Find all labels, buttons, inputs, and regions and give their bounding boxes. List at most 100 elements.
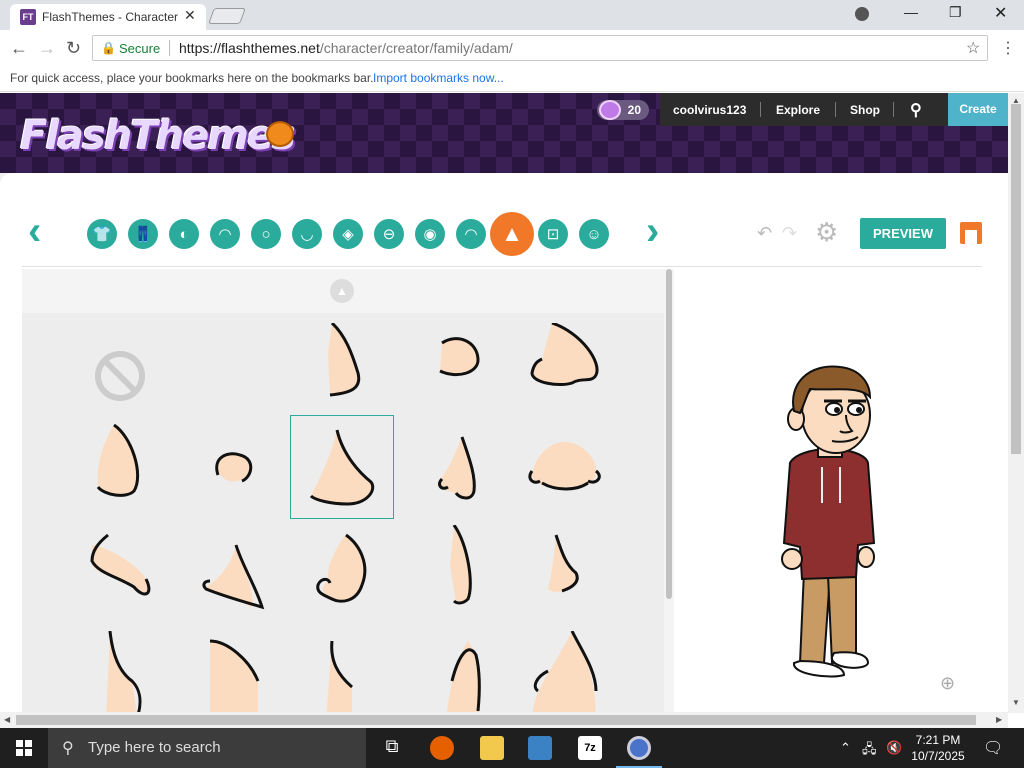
- nose-shape: [446, 641, 481, 713]
- scroll-up-icon[interactable]: ▲: [330, 279, 354, 303]
- nose-option[interactable]: [412, 525, 516, 629]
- coin-icon: [599, 100, 621, 120]
- nose-option[interactable]: [412, 415, 516, 519]
- maximize-icon[interactable]: ❐: [949, 4, 962, 21]
- secure-label: Secure: [119, 41, 161, 56]
- category-divider: [22, 266, 982, 267]
- nose-shape: [528, 441, 601, 491]
- address-bar[interactable]: 🔒 Secure https://flashthemes.net/charact…: [92, 35, 988, 61]
- nose-shape: [532, 631, 598, 713]
- nose-option[interactable]: [68, 415, 172, 519]
- nose-shape: [437, 436, 476, 500]
- page-horizontal-thumb[interactable]: [16, 715, 976, 725]
- tab-title: FlashThemes - Character: [42, 10, 179, 24]
- nose-option[interactable]: [412, 323, 516, 427]
- network-icon[interactable]: 🖧: [862, 740, 877, 762]
- bookmarks-bar: For quick access, place your bookmarks h…: [0, 66, 1024, 92]
- firefox-icon[interactable]: [430, 736, 454, 760]
- nose-option-selected[interactable]: [290, 415, 394, 519]
- nose-option[interactable]: [290, 323, 394, 427]
- nose-option[interactable]: [512, 323, 616, 427]
- import-bookmarks-link[interactable]: Import bookmarks now...: [373, 71, 504, 85]
- prev-category-arrow-icon[interactable]: ‹: [28, 209, 41, 254]
- tray-chevron-icon[interactable]: ⌃: [840, 740, 851, 756]
- eyebrows-icon[interactable]: ◜◝: [456, 219, 486, 249]
- nav-explore[interactable]: Explore: [776, 103, 820, 117]
- nose-option[interactable]: [512, 631, 616, 713]
- nose-option[interactable]: [412, 631, 516, 713]
- forward-icon[interactable]: →: [38, 38, 56, 59]
- minimize-icon[interactable]: —: [904, 4, 918, 20]
- undo-icon[interactable]: ↶: [757, 223, 772, 244]
- head-icon[interactable]: ○: [251, 219, 281, 249]
- scroll-up-arrow-icon[interactable]: ▲: [1012, 96, 1020, 105]
- nose-shape: [90, 533, 151, 596]
- reload-icon[interactable]: ↻: [66, 38, 81, 59]
- character-preview: [781, 365, 876, 678]
- nose-parts-panel: ▲: [22, 269, 664, 713]
- notification-icon[interactable]: 🗨: [983, 738, 1003, 758]
- scroll-left-arrow-icon[interactable]: ◀: [4, 715, 10, 724]
- nose-option[interactable]: [290, 525, 394, 629]
- face-shape-icon[interactable]: ◐: [169, 219, 199, 249]
- system-clock[interactable]: 7:21 PM 10/7/2025: [903, 732, 973, 764]
- gear-icon[interactable]: ⚙: [815, 217, 838, 248]
- redo-icon[interactable]: ↷: [782, 223, 797, 244]
- nav-shop[interactable]: Shop: [850, 103, 880, 117]
- taskbar-search[interactable]: ⚲ Type here to search: [48, 728, 366, 768]
- nose-icon[interactable]: ▲: [490, 212, 534, 256]
- nose-option[interactable]: [68, 525, 172, 629]
- scroll-down-arrow-icon[interactable]: ▼: [1012, 698, 1020, 707]
- bookmark-star-icon[interactable]: ☆: [966, 38, 980, 58]
- menu-icon[interactable]: ⋮: [1000, 38, 1016, 58]
- windows-start-icon[interactable]: [0, 728, 48, 768]
- no-entry-icon: [95, 351, 145, 401]
- nose-option[interactable]: [178, 631, 282, 713]
- glasses-icon[interactable]: ⊡: [538, 219, 568, 249]
- clock-date: 10/7/2025: [911, 749, 965, 763]
- nav-username[interactable]: coolvirus123: [673, 103, 746, 117]
- task-view-icon[interactable]: ⧉: [380, 736, 404, 760]
- nose-shape: [530, 323, 599, 387]
- tag-icon[interactable]: ◈: [333, 219, 363, 249]
- panel-scroll-thumb[interactable]: [666, 269, 672, 599]
- browser-tab[interactable]: FT FlashThemes - Character ✕: [10, 4, 206, 30]
- chrome-icon[interactable]: [627, 736, 651, 760]
- scroll-right-arrow-icon[interactable]: ▶: [996, 715, 1002, 724]
- windows-taskbar: ⚲ Type here to search ⧉ 7z ⌃ 🖧 🔇 7:21 PM…: [0, 728, 1024, 768]
- zoom-icon[interactable]: ⊕: [940, 673, 955, 694]
- next-category-arrow-icon[interactable]: ›: [646, 209, 659, 254]
- create-button[interactable]: Create: [948, 93, 1008, 126]
- tab-close-icon[interactable]: ✕: [184, 7, 196, 24]
- beard-icon[interactable]: ☺: [579, 219, 609, 249]
- eyes-icon[interactable]: ◉: [415, 219, 445, 249]
- window-close-icon[interactable]: ✕: [994, 3, 1007, 23]
- page-vertical-thumb[interactable]: [1011, 104, 1021, 454]
- back-icon[interactable]: ←: [10, 38, 28, 59]
- profile-icon[interactable]: [855, 7, 869, 21]
- nose-option[interactable]: [512, 525, 616, 629]
- nose-option[interactable]: [512, 415, 616, 519]
- save-icon[interactable]: [960, 222, 982, 244]
- shirt-icon[interactable]: 👕: [87, 219, 117, 249]
- pants-icon[interactable]: 👖: [128, 219, 158, 249]
- site-logo[interactable]: FlashThemes: [20, 113, 296, 159]
- nose-option[interactable]: [290, 631, 394, 713]
- url-path: /character/creator/family/adam/: [319, 40, 513, 56]
- pumpkin-icon: [266, 121, 294, 147]
- 7zip-icon[interactable]: 7z: [578, 736, 602, 760]
- preview-button[interactable]: PREVIEW: [860, 218, 946, 249]
- no-nose-option[interactable]: [68, 323, 172, 427]
- eyelids-icon[interactable]: ⊖: [374, 219, 404, 249]
- new-tab-button[interactable]: [208, 8, 246, 24]
- mouth-icon[interactable]: ◡: [292, 219, 322, 249]
- file-explorer-icon[interactable]: [480, 736, 504, 760]
- nose-shape: [326, 640, 353, 713]
- app-icon[interactable]: [528, 736, 552, 760]
- nose-option[interactable]: [178, 415, 282, 519]
- nose-option[interactable]: [178, 525, 282, 629]
- nose-option[interactable]: [68, 631, 172, 713]
- search-icon[interactable]: ⚲: [910, 100, 922, 120]
- volume-muted-icon[interactable]: 🔇: [886, 740, 902, 756]
- hair-icon[interactable]: ◠: [210, 219, 240, 249]
